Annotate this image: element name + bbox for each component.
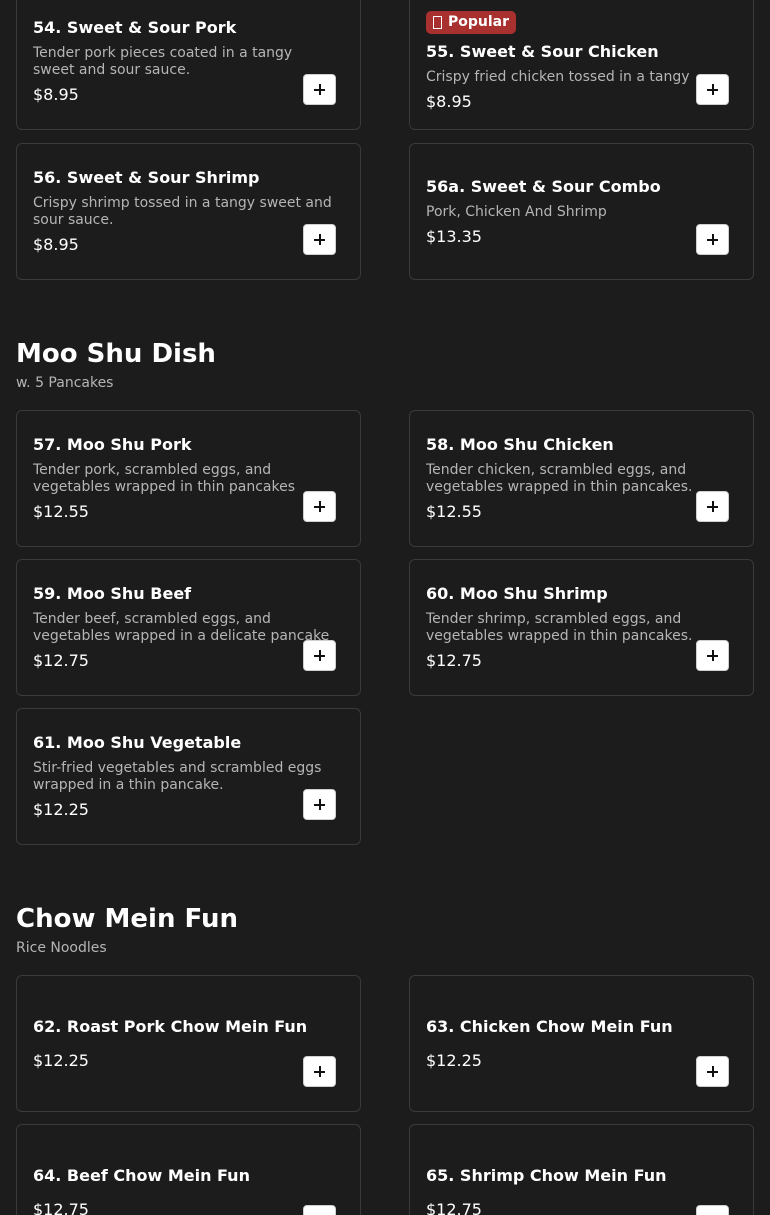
- menu-item-card[interactable]: 63. Chicken Chow Mein Fun $12.25: [409, 975, 754, 1112]
- plus-icon: [314, 650, 325, 661]
- item-price: $12.75: [33, 651, 89, 670]
- menu-item-card[interactable]: 57. Moo Shu Pork Tender pork, scrambled …: [16, 410, 361, 547]
- menu-item-card[interactable]: 61. Moo Shu Vegetable Stir-fried vegetab…: [16, 708, 361, 845]
- item-price: $12.55: [33, 502, 89, 521]
- add-to-cart-button[interactable]: [303, 640, 336, 671]
- add-to-cart-button[interactable]: [303, 1205, 336, 1215]
- section-subtitle: w. 5 Pancakes: [16, 375, 114, 391]
- menu-item-card[interactable]: Popular 55. Sweet & Sour Chicken Crispy …: [409, 0, 754, 130]
- item-price: $12.75: [426, 651, 482, 670]
- item-description: Tender shrimp, scrambled eggs, and veget…: [426, 611, 693, 644]
- item-name: 56. Sweet & Sour Shrimp: [33, 168, 260, 187]
- item-price: $12.55: [426, 502, 482, 521]
- item-name: 55. Sweet & Sour Chicken: [426, 42, 659, 61]
- plus-icon: [707, 84, 718, 95]
- plus-icon: [314, 84, 325, 95]
- item-name: 65. Shrimp Chow Mein Fun: [426, 1165, 667, 1185]
- add-to-cart-button[interactable]: [696, 74, 729, 105]
- add-to-cart-button[interactable]: [303, 1056, 336, 1087]
- add-to-cart-button[interactable]: [696, 224, 729, 255]
- add-to-cart-button[interactable]: [696, 491, 729, 522]
- item-description: Crispy fried chicken tossed in a tangy s…: [426, 69, 690, 85]
- item-description: Tender beef, scrambled eggs, and vegetab…: [33, 611, 330, 644]
- menu-item-card[interactable]: 60. Moo Shu Shrimp Tender shrimp, scramb…: [409, 559, 754, 696]
- item-description: Stir-fried vegetables and scrambled eggs…: [33, 760, 322, 793]
- plus-icon: [314, 799, 325, 810]
- add-to-cart-button[interactable]: [303, 224, 336, 255]
- item-price: $12.75: [33, 1199, 89, 1215]
- popular-badge: Popular: [426, 11, 517, 34]
- item-name: 60. Moo Shu Shrimp: [426, 584, 608, 603]
- item-name: 59. Moo Shu Beef: [33, 584, 192, 603]
- item-name: 57. Moo Shu Pork: [33, 435, 192, 454]
- menu-item-card[interactable]: 59. Moo Shu Beef Tender beef, scrambled …: [16, 559, 361, 696]
- plus-icon: [314, 234, 325, 245]
- add-to-cart-button[interactable]: [303, 491, 336, 522]
- item-name: 58. Moo Shu Chicken: [426, 435, 614, 454]
- add-to-cart-button[interactable]: [696, 1205, 729, 1215]
- item-price: $12.25: [426, 1050, 482, 1070]
- menu-item-card[interactable]: 54. Sweet & Sour Pork Tender pork pieces…: [16, 0, 361, 130]
- item-name: 61. Moo Shu Vegetable: [33, 733, 242, 752]
- item-description: Tender pork, scrambled eggs, and vegetab…: [33, 462, 296, 495]
- plus-icon: [707, 234, 718, 245]
- item-description: Crispy shrimp tossed in a tangy sweet an…: [33, 195, 332, 228]
- item-name: 54. Sweet & Sour Pork: [33, 18, 237, 37]
- section-subtitle: Rice Noodles: [16, 940, 107, 956]
- plus-icon: [707, 501, 718, 512]
- plus-icon: [314, 1066, 325, 1077]
- menu-item-card[interactable]: 64. Beef Chow Mein Fun $12.75: [16, 1124, 361, 1215]
- item-name: 56a. Sweet & Sour Combo: [426, 176, 661, 196]
- item-price: $12.75: [426, 1199, 482, 1215]
- item-name: 64. Beef Chow Mein Fun: [33, 1165, 250, 1185]
- menu-item-card[interactable]: 62. Roast Pork Chow Mein Fun $12.25: [16, 975, 361, 1112]
- item-name: 62. Roast Pork Chow Mein Fun: [33, 1016, 308, 1036]
- plus-icon: [314, 501, 325, 512]
- add-to-cart-button[interactable]: [303, 74, 336, 105]
- add-to-cart-button[interactable]: [303, 789, 336, 820]
- menu-item-card[interactable]: 65. Shrimp Chow Mein Fun $12.75: [409, 1124, 754, 1215]
- item-description: Pork, Chicken And Shrimp: [426, 203, 607, 220]
- add-to-cart-button[interactable]: [696, 640, 729, 671]
- item-name: 63. Chicken Chow Mein Fun: [426, 1016, 673, 1036]
- badge-label: Popular: [448, 14, 510, 30]
- add-to-cart-button[interactable]: [696, 1056, 729, 1087]
- menu-page: 54. Sweet & Sour Pork Tender pork pieces…: [0, 0, 770, 1215]
- section-title: Chow Mein Fun: [16, 904, 238, 934]
- item-price: $12.25: [33, 800, 89, 819]
- item-description: Tender chicken, scrambled eggs, and vege…: [426, 462, 693, 495]
- menu-item-card[interactable]: 56. Sweet & Sour Shrimp Crispy shrimp to…: [16, 143, 361, 280]
- menu-item-card[interactable]: 58. Moo Shu Chicken Tender chicken, scra…: [409, 410, 754, 547]
- item-price: $13.35: [426, 226, 482, 246]
- menu-item-card[interactable]: 56a. Sweet & Sour Combo Pork, Chicken An…: [409, 143, 754, 280]
- item-price: $8.95: [33, 235, 79, 254]
- item-price: $12.25: [33, 1050, 89, 1070]
- item-price: $8.95: [33, 85, 79, 104]
- plus-icon: [707, 1066, 718, 1077]
- plus-icon: [707, 650, 718, 661]
- item-price: $8.95: [426, 92, 472, 111]
- section-title: Moo Shu Dish: [16, 339, 216, 369]
- item-description: Tender pork pieces coated in a tangy swe…: [33, 45, 293, 78]
- popular-icon: [433, 15, 442, 29]
